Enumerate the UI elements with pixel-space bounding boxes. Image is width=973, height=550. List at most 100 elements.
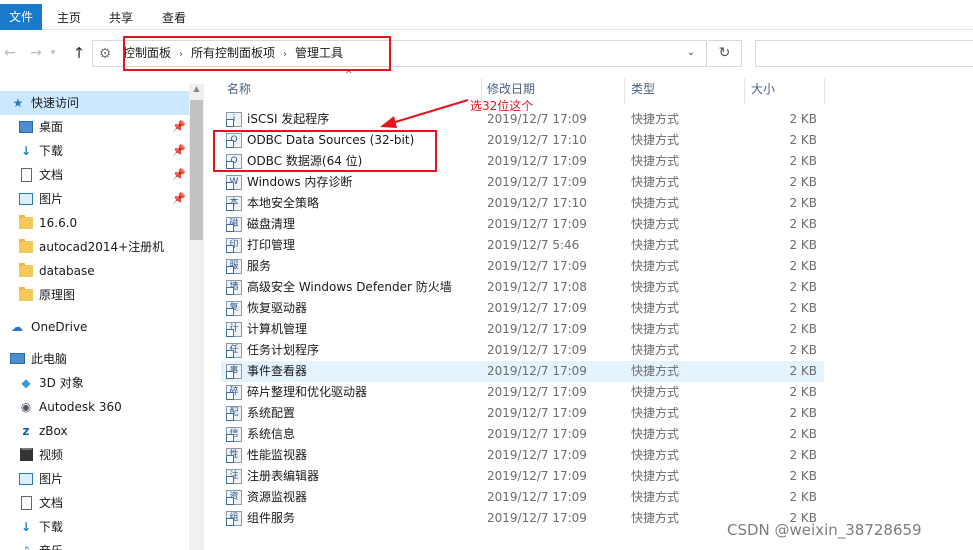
file-date: 2019/12/7 17:09 xyxy=(487,448,587,462)
watermark: CSDN @weixin_38728659 xyxy=(727,521,922,539)
sidebar-item-label: 下载 xyxy=(39,144,64,158)
file-row[interactable]: 碎碎片整理和优化驱动器 2019/12/7 17:09 快捷方式 2 KB xyxy=(221,382,824,403)
sidebar-item-downloads[interactable]: ↓ 下载 📌 xyxy=(0,139,189,163)
file-row[interactable]: W Windows 内存诊断 2019/12/7 17:09 快捷方式 2 KB xyxy=(221,172,824,193)
shortcut-icon: 复 xyxy=(226,301,242,316)
refresh-icon[interactable]: ↻ xyxy=(708,40,742,67)
file-row[interactable]: 印打印管理 2019/12/7 5:46 快捷方式 2 KB xyxy=(221,235,824,256)
computer-icon xyxy=(9,351,25,367)
file-type: 快捷方式 xyxy=(631,175,680,189)
forward-arrow-icon[interactable]: → xyxy=(26,42,46,64)
file-size: 2 KB xyxy=(789,112,817,126)
desktop-icon xyxy=(18,119,34,135)
file-row[interactable]: 本本地安全策略 2019/12/7 17:10 快捷方式 2 KB xyxy=(221,193,824,214)
file-name: 组件服务 xyxy=(247,511,296,525)
sidebar-item-pictures[interactable]: 图片 📌 xyxy=(0,187,189,211)
column-header-type[interactable]: 类型 xyxy=(631,78,655,101)
sidebar-item-folder-16-6-0[interactable]: 16.6.0 xyxy=(0,211,189,235)
up-arrow-icon[interactable]: ↑ xyxy=(69,42,89,64)
folder-icon xyxy=(18,215,34,231)
sidebar-item-label: 3D 对象 xyxy=(39,376,84,390)
sidebar-item-this-pc[interactable]: 此电脑 xyxy=(0,347,189,371)
file-date: 2019/12/7 17:09 xyxy=(487,511,587,525)
file-name: 恢复驱动器 xyxy=(247,301,308,315)
tab-view[interactable]: 查看 xyxy=(161,6,187,30)
shortcut-icon: 计 xyxy=(226,322,242,337)
column-divider[interactable] xyxy=(824,78,825,103)
sidebar-item-folder-database[interactable]: database xyxy=(0,259,189,283)
recent-locations-chevron-icon[interactable]: ▾ xyxy=(46,42,60,64)
sidebar-item-label: 音乐 xyxy=(39,539,63,550)
sidebar-item-label: 下载 xyxy=(39,520,64,534)
sidebar-item-label: 原理图 xyxy=(39,288,76,302)
download-arrow-icon: ↓ xyxy=(20,520,32,534)
file-row[interactable]: 事事件查看器 2019/12/7 17:09 快捷方式 2 KB xyxy=(221,361,824,382)
search-input[interactable] xyxy=(755,40,973,67)
tab-home[interactable]: 主页 xyxy=(56,6,82,30)
sidebar-item-documents[interactable]: 文档 📌 xyxy=(0,163,189,187)
sidebar-item-label: 文档 xyxy=(39,168,64,182)
file-row[interactable]: 服服务 2019/12/7 17:09 快捷方式 2 KB xyxy=(221,256,824,277)
sidebar-item-autodesk-360[interactable]: ◉ Autodesk 360 xyxy=(0,395,189,419)
sidebar-item-pc-downloads[interactable]: ↓ 下载 xyxy=(0,515,189,539)
file-row[interactable]: 配系统配置 2019/12/7 17:09 快捷方式 2 KB xyxy=(221,403,824,424)
sidebar-item-desktop[interactable]: 桌面 📌 xyxy=(0,115,189,139)
file-row[interactable]: 任任务计划程序 2019/12/7 17:09 快捷方式 2 KB xyxy=(221,340,824,361)
file-name: 服务 xyxy=(247,259,272,273)
sidebar-item-pc-pictures[interactable]: 图片 xyxy=(0,467,189,491)
file-row[interactable]: 墙高级安全 Windows Defender 防火墙 2019/12/7 17:0… xyxy=(221,277,824,298)
column-header-size[interactable]: 大小 xyxy=(751,78,775,101)
file-type: 快捷方式 xyxy=(631,217,680,231)
folder-icon xyxy=(18,239,34,255)
file-row[interactable]: 计计算机管理 2019/12/7 17:09 快捷方式 2 KB xyxy=(221,319,824,340)
file-row[interactable]: 信系统信息 2019/12/7 17:09 快捷方式 2 KB xyxy=(221,424,824,445)
column-divider[interactable] xyxy=(744,78,745,103)
sidebar-item-zbox[interactable]: z zBox xyxy=(0,419,189,443)
file-row[interactable]: 复恢复驱动器 2019/12/7 17:09 快捷方式 2 KB xyxy=(221,298,824,319)
file-type: 快捷方式 xyxy=(631,448,680,462)
scroll-up-arrow-icon[interactable]: ▲ xyxy=(189,82,204,96)
file-date: 2019/12/7 17:10 xyxy=(487,133,587,147)
sidebar-item-quick-access[interactable]: ★ 快速访问 xyxy=(0,91,189,115)
file-date: 2019/12/7 17:09 xyxy=(487,301,587,315)
file-type: 快捷方式 xyxy=(631,301,680,315)
sidebar-item-videos[interactable]: 视频 xyxy=(0,443,189,467)
file-size: 2 KB xyxy=(789,280,817,294)
shortcut-icon: 本 xyxy=(226,196,242,211)
file-name: 任务计划程序 xyxy=(247,343,320,357)
file-name: 本地安全策略 xyxy=(247,196,320,210)
sidebar-item-pc-documents[interactable]: 文档 xyxy=(0,491,189,515)
file-row[interactable]: 注注册表编辑器 2019/12/7 17:09 快捷方式 2 KB xyxy=(221,466,824,487)
sidebar-item-label: 桌面 xyxy=(39,120,64,134)
sidebar-item-label: zBox xyxy=(39,424,68,438)
sidebar-scrollbar-thumb[interactable] xyxy=(190,100,203,240)
sidebar-item-folder-autocad[interactable]: autocad2014+注册机 xyxy=(0,235,189,259)
file-name: 系统配置 xyxy=(247,406,296,420)
file-name: 高级安全 Windows Defender 防火墙 xyxy=(247,280,452,294)
file-type: 快捷方式 xyxy=(631,322,680,336)
column-divider[interactable] xyxy=(624,78,625,103)
tab-share[interactable]: 共享 xyxy=(108,6,134,30)
sidebar-item-3d-objects[interactable]: ◆ 3D 对象 xyxy=(0,371,189,395)
file-date: 2019/12/7 17:09 xyxy=(487,259,587,273)
sidebar-item-music[interactable]: ♪ 音乐 xyxy=(0,539,189,550)
shortcut-icon: 事 xyxy=(226,364,242,379)
sidebar-item-folder-schematic[interactable]: 原理图 xyxy=(0,283,189,307)
back-arrow-icon[interactable]: ← xyxy=(0,42,20,64)
column-header-name[interactable]: 名称 xyxy=(227,78,251,101)
file-type: 快捷方式 xyxy=(631,511,680,525)
file-row[interactable]: 磁磁盘清理 2019/12/7 17:09 快捷方式 2 KB xyxy=(221,214,824,235)
file-row[interactable]: 性性能监视器 2019/12/7 17:09 快捷方式 2 KB xyxy=(221,445,824,466)
odbc-highlight-box xyxy=(213,130,437,172)
folder-icon xyxy=(18,287,34,303)
file-row[interactable]: 资资源监视器 2019/12/7 17:09 快捷方式 2 KB xyxy=(221,487,824,508)
tab-file[interactable]: 文件 xyxy=(0,4,42,30)
file-size: 2 KB xyxy=(789,427,817,441)
download-arrow-icon: ↓ xyxy=(20,144,32,158)
sidebar-item-label: 快速访问 xyxy=(31,96,80,110)
file-type: 快捷方式 xyxy=(631,385,680,399)
file-date: 2019/12/7 17:09 xyxy=(487,217,587,231)
shortcut-icon: 信 xyxy=(226,427,242,442)
address-dropdown-chevron-icon[interactable]: ⌄ xyxy=(683,45,699,61)
sidebar-item-onedrive[interactable]: ☁ OneDrive xyxy=(0,315,189,339)
